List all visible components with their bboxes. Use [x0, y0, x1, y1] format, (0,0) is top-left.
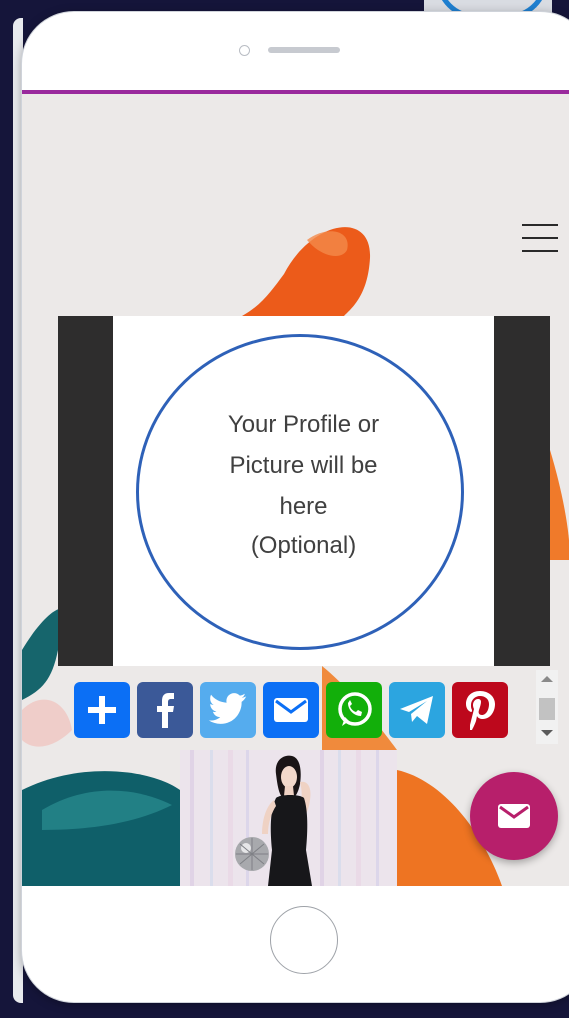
envelope-icon [498, 804, 530, 828]
woman-with-disco-ball-image [180, 750, 397, 886]
mail-fab-button[interactable] [470, 772, 558, 860]
telegram-icon [400, 696, 433, 724]
woman-dress [268, 795, 312, 886]
facebook-icon [157, 693, 174, 728]
scroll-down-arrow-icon[interactable] [541, 730, 553, 736]
phone-mockup: Your Profile or Picture will be here (Op… [22, 12, 569, 1002]
profile-card: Your Profile or Picture will be here (Op… [113, 316, 494, 666]
pinterest-icon [466, 691, 495, 730]
hamburger-menu-icon[interactable] [520, 220, 560, 256]
share-twitter-button[interactable] [200, 682, 256, 738]
profile-optional-label: (Optional) [250, 532, 357, 559]
profile-placeholder-line: Your Profile or [227, 411, 380, 438]
phone-speaker [268, 47, 340, 53]
mail-icon [274, 698, 308, 722]
share-whatsapp-button[interactable] [326, 682, 382, 738]
orange-splash-right [550, 450, 569, 560]
phone-home-button[interactable] [270, 906, 338, 974]
profile-placeholder-line: here [279, 493, 328, 520]
share-telegram-button[interactable] [389, 682, 445, 738]
profile-frame: Your Profile or Picture will be here (Op… [58, 316, 550, 666]
woman-neck [284, 786, 294, 796]
woman-face [281, 766, 297, 788]
share-bar [74, 682, 508, 738]
pink-splash-left [22, 699, 72, 747]
share-email-button[interactable] [263, 682, 319, 738]
profile-placeholder-text: Your Profile or Picture will be here [113, 404, 494, 527]
scroll-up-arrow-icon[interactable] [541, 676, 553, 682]
whatsapp-icon [338, 692, 372, 726]
share-add-button[interactable] [74, 682, 130, 738]
twitter-icon [208, 693, 247, 724]
phone-screen: Your Profile or Picture will be here (Op… [22, 90, 569, 886]
profile-placeholder-line: Picture will be [229, 452, 378, 479]
front-camera [239, 45, 250, 56]
scrollbar-thumb[interactable] [539, 698, 555, 720]
share-facebook-button[interactable] [137, 682, 193, 738]
share-scrollbar[interactable] [536, 670, 558, 744]
share-pinterest-button[interactable] [452, 682, 508, 738]
profile-photo [180, 750, 397, 886]
plus-icon [88, 696, 116, 724]
orange-splash-top [242, 227, 371, 316]
